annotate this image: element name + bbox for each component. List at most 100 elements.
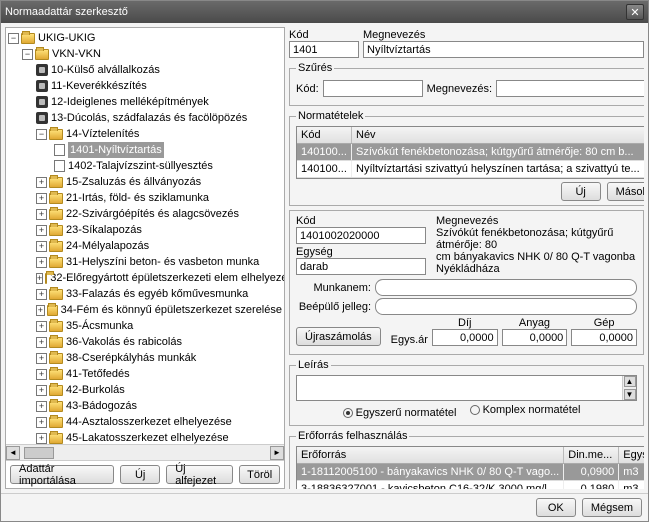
expander-icon[interactable]: +	[36, 177, 47, 188]
nt-row[interactable]: 140100... Nyíltvíztartási szivattyú hely…	[297, 161, 644, 178]
expander-icon[interactable]: +	[36, 257, 47, 268]
filter-kod-label: Kód:	[296, 83, 319, 95]
leiras-textarea[interactable]: ▲▼	[296, 375, 637, 401]
tree-item[interactable]: 15-Zsaluzás és állványozás	[66, 174, 201, 190]
tree-item[interactable]: 22-Szivárgóépítés és alagcsövezés	[66, 206, 239, 222]
tree-item[interactable]: 41-Tetőfedés	[66, 366, 130, 382]
dij-input[interactable]	[432, 329, 498, 346]
radio-simple[interactable]: Egyszerű normatétel	[343, 407, 457, 419]
tree-item[interactable]: 44-Asztalosszerkezet elhelyezése	[66, 414, 232, 430]
expander-icon[interactable]: +	[36, 273, 43, 284]
node-icon	[36, 80, 48, 92]
ef-grid[interactable]: Erőforrás Din.me... Egys. 1-18112005100 …	[296, 446, 644, 489]
kod-label: Kód	[289, 29, 359, 41]
expander-icon[interactable]: +	[36, 433, 47, 444]
tree-item[interactable]: 10-Külső alvállalkozás	[51, 62, 160, 78]
nt-grid[interactable]: Kód Név Egység 140100... Szívókút fenékb…	[296, 126, 644, 179]
filter-meg-label: Megnevezés:	[427, 83, 492, 95]
tree-item[interactable]: 21-Irtás, föld- és sziklamunka	[66, 190, 209, 206]
scroll-left-icon[interactable]: ◄	[6, 446, 20, 460]
node-icon	[36, 112, 48, 124]
expander-icon[interactable]: +	[36, 289, 47, 300]
beepulo-input[interactable]	[375, 298, 637, 315]
scroll-thumb[interactable]	[24, 447, 54, 459]
dialog: Normaadattár szerkesztő ✕ −UKIG-UKIG −VK…	[0, 0, 649, 522]
detail-meg-text: Szívókút fenékbetonozása; kútgyűrű átmér…	[436, 227, 613, 251]
folder-icon	[45, 273, 47, 284]
scroll-up-icon[interactable]: ▲	[624, 376, 636, 387]
expander-icon[interactable]: +	[36, 385, 47, 396]
new-sub-button[interactable]: Új alfejezet	[166, 465, 233, 484]
tree-root[interactable]: UKIG-UKIG	[38, 30, 95, 46]
expander-icon[interactable]: +	[36, 321, 47, 332]
gep-input[interactable]	[571, 329, 637, 346]
munkanem-input[interactable]	[375, 279, 637, 296]
close-icon[interactable]: ✕	[626, 4, 644, 20]
ef-col-eg[interactable]: Egys.	[619, 447, 644, 463]
cancel-button[interactable]: Mégsem	[582, 498, 642, 517]
nt-col-nev[interactable]: Név	[352, 127, 644, 143]
tree-item[interactable]: 24-Mélyalapozás	[66, 238, 149, 254]
nt-row-selected[interactable]: 140100... Szívókút fenékbetonozása; kútg…	[297, 144, 644, 161]
expander-icon[interactable]: +	[36, 241, 47, 252]
recalc-button[interactable]: Újraszámolás	[296, 327, 381, 346]
tree-item[interactable]: 11-Keverékkészítés	[51, 78, 147, 94]
expander-icon[interactable]: +	[36, 369, 47, 380]
tree-item[interactable]: 35-Ácsmunka	[66, 318, 133, 334]
import-button[interactable]: Adattár importálása	[10, 465, 114, 484]
meg-input[interactable]	[363, 41, 644, 58]
tree-item[interactable]: 38-Cserépkályhás munkák	[66, 350, 196, 366]
ef-row[interactable]: 3-18836327001 - kavicsbeton C16-32/K 300…	[297, 481, 644, 489]
tree-hscrollbar[interactable]: ◄ ►	[6, 444, 284, 460]
tree-item[interactable]: 13-Dúcolás, szádfalazás és facölöpözés	[51, 110, 247, 126]
expander-icon[interactable]: +	[36, 193, 47, 204]
scroll-down-icon[interactable]: ▼	[624, 389, 636, 400]
anyag-input[interactable]	[502, 329, 568, 346]
tree-root[interactable]: VKN-VKN	[52, 46, 101, 62]
kod-input[interactable]	[289, 41, 359, 58]
col-dij: Díj	[458, 317, 471, 329]
ef-row-selected[interactable]: 1-18112005100 - bányakavics NHK 0/ 80 Q-…	[297, 464, 644, 481]
nt-col-kod[interactable]: Kód	[297, 127, 352, 143]
tree-item[interactable]: 36-Vakolás és rabicolás	[66, 334, 182, 350]
detail-egyseg-input[interactable]	[296, 258, 426, 275]
ef-col-er[interactable]: Erőforrás	[297, 447, 564, 463]
node-icon	[36, 64, 48, 76]
expander-icon[interactable]: +	[36, 337, 47, 348]
filter-meg-input[interactable]	[496, 80, 644, 97]
ok-button[interactable]: OK	[536, 498, 576, 517]
expander-icon[interactable]: +	[36, 225, 47, 236]
filter-kod-input[interactable]	[323, 80, 423, 97]
expander-icon[interactable]: +	[36, 209, 47, 220]
nt-new-button[interactable]: Új	[561, 182, 601, 201]
radio-komplex[interactable]: Komplex normatétel	[470, 404, 581, 416]
delete-button[interactable]: Töröl	[239, 465, 280, 484]
expander-icon[interactable]: +	[36, 305, 45, 316]
detail-kod-input[interactable]	[296, 227, 426, 244]
tree-item[interactable]: 23-Síkalapozás	[66, 222, 142, 238]
expander-icon[interactable]: −	[22, 49, 33, 60]
expander-icon[interactable]: +	[36, 417, 47, 428]
tree-item[interactable]: 14-Víztelenítés	[66, 126, 139, 142]
new-button[interactable]: Új	[120, 465, 160, 484]
tree-item[interactable]: 34-Fém és könnyű épületszerkezet szerelé…	[61, 302, 282, 318]
tree-item[interactable]: 32-Előregyártott épületszerkezeti elem e…	[50, 270, 284, 286]
expander-icon[interactable]: −	[8, 33, 19, 44]
tree-item[interactable]: 45-Lakatosszerkezet elhelyezése	[66, 430, 229, 444]
scroll-right-icon[interactable]: ►	[270, 446, 284, 460]
tree[interactable]: −UKIG-UKIG −VKN-VKN 10-Külső alvállalkoz…	[6, 28, 284, 444]
nt-copy-button[interactable]: Másolás	[607, 182, 644, 201]
ef-col-dm[interactable]: Din.me...	[564, 447, 619, 463]
tree-item[interactable]: 43-Bádogozás	[66, 398, 137, 414]
tree-item-selected[interactable]: 1401-Nyíltvíztartás	[68, 142, 164, 158]
expander-icon[interactable]: +	[36, 401, 47, 412]
tree-item[interactable]: 1402-Talajvízszint-süllyesztés	[68, 158, 213, 174]
tree-item[interactable]: 12-Ideiglenes melléképítmények	[51, 94, 209, 110]
tree-item[interactable]: 42-Burkolás	[66, 382, 125, 398]
expander-icon[interactable]: −	[36, 129, 47, 140]
expander-icon[interactable]: +	[36, 353, 47, 364]
tree-item[interactable]: 31-Helyszíni beton- és vasbeton munka	[66, 254, 259, 270]
folder-icon	[49, 321, 63, 332]
tree-item[interactable]: 33-Falazás és egyéb kőművesmunka	[66, 286, 248, 302]
leiras-scroll[interactable]: ▲▼	[622, 376, 636, 400]
